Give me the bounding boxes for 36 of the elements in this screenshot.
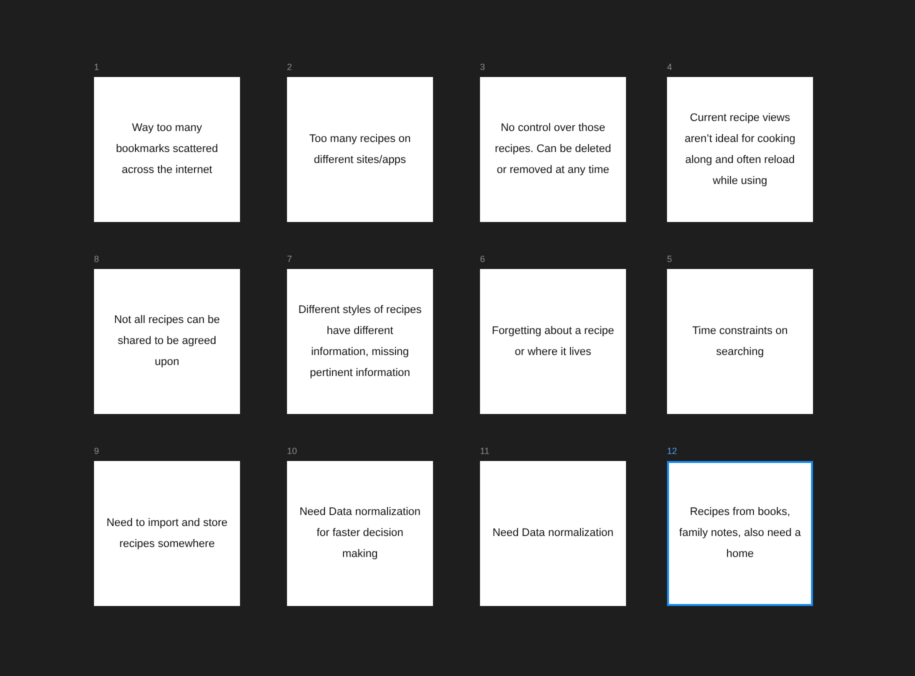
frame-label: 12: [667, 446, 678, 456]
frame-label: 3: [480, 62, 486, 72]
note-text: Not all recipes can be shared to be agreed upon: [113, 313, 221, 370]
sticky-note[interactable]: Different styles of recipes have different information, missing pertinent information: [287, 269, 433, 414]
sticky-note[interactable]: Too many recipes on different sites/apps: [287, 77, 433, 222]
note-text: Current recipe views aren’t ideal for cooking along and often reload while using: [684, 110, 796, 188]
frame-label: 4: [667, 62, 674, 72]
note-text: No control over those recipes. Can be deleted or removed at any time: [494, 121, 612, 178]
frame-label: 10: [287, 446, 298, 456]
note-text: Different styles of recipes have different information, missing pertinent information: [298, 302, 422, 380]
frame-label: 1: [94, 62, 100, 72]
frame-label: 8: [94, 254, 100, 264]
sticky-note[interactable]: Not all recipes can be shared to be agreed upon: [94, 269, 240, 414]
frame-label: 11: [480, 446, 490, 456]
sticky-note[interactable]: Need Data normalization for faster decision making: [287, 461, 433, 606]
sticky-note[interactable]: Need to import and store recipes somewhere: [94, 461, 240, 606]
frame-label: 7: [287, 254, 294, 264]
frame-label: 6: [480, 254, 486, 264]
note-text: Too many recipes on different sites/apps: [308, 132, 412, 168]
sticky-note[interactable]: Recipes from books, family notes, also need a home: [667, 461, 813, 606]
sticky-note[interactable]: Way too many bookmarks scattered across the internet: [94, 77, 240, 222]
sticky-note[interactable]: Time constraints on searching: [667, 269, 813, 414]
note-text: Need Data normalization for faster decision making: [298, 505, 422, 562]
frame-label: 5: [667, 254, 674, 264]
note-text: Recipes from books, family notes, also need a home: [679, 505, 801, 562]
frame-label: 2: [287, 62, 294, 72]
sticky-note[interactable]: No control over those recipes. Can be deleted or removed at any time: [480, 77, 626, 222]
note-text: Forgetting about a recipe or where it lives: [491, 324, 615, 360]
frame-label: 9: [94, 446, 100, 456]
note-text: Need Data normalization: [492, 526, 614, 541]
note-text: Need to import and store recipes somewhere: [105, 516, 229, 552]
note-text: Way too many bookmarks scattered across the internet: [114, 121, 220, 178]
note-text: Time constraints on searching: [691, 324, 789, 360]
sticky-note[interactable]: Current recipe views aren’t ideal for cooking along and often reload while using: [667, 77, 813, 222]
sticky-note[interactable]: Forgetting about a recipe or where it lives: [480, 269, 626, 414]
sticky-note[interactable]: Need Data normalization: [480, 461, 626, 606]
